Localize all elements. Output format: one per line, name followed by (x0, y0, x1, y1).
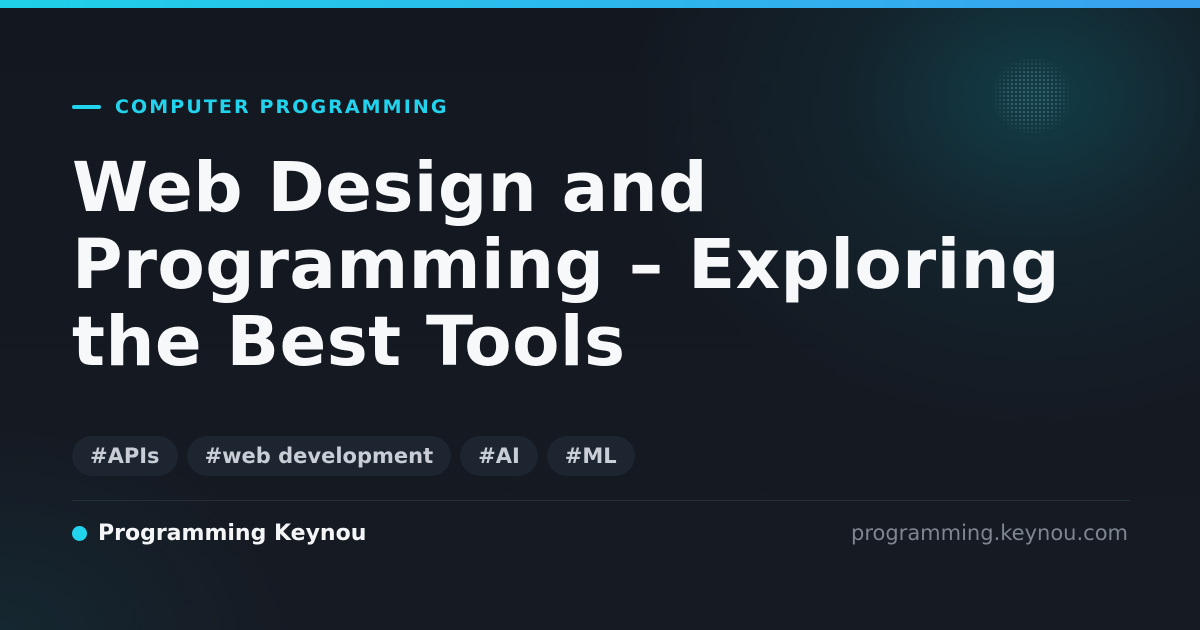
tag-item[interactable]: #ML (546, 436, 635, 476)
dot-pattern-decoration (990, 58, 1074, 134)
site-url: programming.keynou.com (851, 521, 1128, 545)
brand-dot-icon (72, 525, 87, 541)
page-title: Web Design and Programming – Exploring t… (72, 148, 1060, 382)
tag-item[interactable]: #APIs (72, 436, 178, 476)
footer-brand-row: Programming Keynou (72, 518, 366, 548)
accent-dash-icon (72, 105, 101, 109)
footer-divider (72, 500, 1130, 501)
tag-list: #APIs #web development #AI #ML (72, 436, 644, 476)
site-brand-name: Programming Keynou (98, 520, 367, 546)
tag-item[interactable]: #web development (186, 436, 452, 476)
category-row: COMPUTER PROGRAMMING (72, 95, 449, 119)
category-label: COMPUTER PROGRAMMING (115, 96, 449, 118)
top-accent-bar (0, 0, 1200, 8)
tag-item[interactable]: #AI (460, 436, 538, 476)
